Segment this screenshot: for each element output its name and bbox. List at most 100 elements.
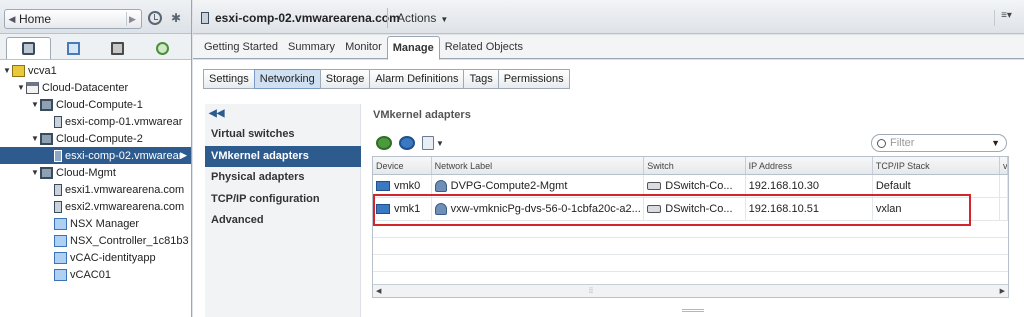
resize-grip[interactable] xyxy=(682,309,704,312)
column-header[interactable]: IP Address xyxy=(746,157,873,174)
expand-triangle-icon[interactable]: ▼ xyxy=(30,100,40,109)
scroll-left-icon[interactable]: ◀ xyxy=(376,287,381,295)
tree-node[interactable]: esxi2.vmwarearena.com xyxy=(0,198,191,215)
navigator-header: ◀ Home ▶ ✱ xyxy=(0,0,191,34)
object-header: esxi-comp-02.vmwarearena.com Actions ▼ ≡▾ xyxy=(193,0,1024,34)
host-icon xyxy=(54,149,62,162)
filter-input[interactable]: Filter ▼ xyxy=(871,134,1007,152)
divider xyxy=(387,8,388,28)
tree-node[interactable]: vCAC-identityapp xyxy=(0,249,191,266)
subtab-alarm-definitions[interactable]: Alarm Definitions xyxy=(369,69,465,89)
tree-node[interactable]: NSX_Controller_1c81b3 xyxy=(0,232,191,249)
collapse-icon[interactable]: ◀◀ xyxy=(209,108,224,119)
home-button[interactable]: ◀ Home ▶ xyxy=(4,9,142,29)
tab-storage[interactable] xyxy=(96,37,141,59)
tab-manage[interactable]: Manage xyxy=(386,36,440,60)
panel-title: VMkernel adapters xyxy=(373,109,471,121)
grid-body: vmk0 DVPG-Compute2-Mgmt DSwitch-Co... 192.1… xyxy=(373,175,1008,289)
tree-node-label: Cloud-Compute-2 xyxy=(56,132,143,145)
vm-icon xyxy=(54,234,67,247)
tab-hosts-clusters[interactable] xyxy=(6,37,51,59)
tree-node[interactable]: vCAC01 xyxy=(0,266,191,283)
tree-node[interactable]: esxi-comp-02.vmwarear ▶ xyxy=(0,147,191,164)
scroll-right-icon[interactable]: ▶ xyxy=(1000,287,1005,295)
navigator-panel: ◀ Home ▶ ✱ ▼ vcva1 ▼ Cloud-Datacenter ▼ Cloud… xyxy=(0,0,192,317)
manage-subtabs: Settings Networking Storage Alarm Definitio… xyxy=(203,69,570,89)
history-icon[interactable] xyxy=(148,11,162,25)
empty-row xyxy=(373,238,1008,255)
menu-item-advanced[interactable]: Advanced xyxy=(205,210,361,231)
tree-node[interactable]: ▼ vcva1 xyxy=(0,62,191,79)
tree-node-label: vCAC-identityapp xyxy=(70,251,156,264)
menu-item-virtual-switches[interactable]: Virtual switches xyxy=(205,124,361,145)
host-icon xyxy=(54,183,62,196)
expand-triangle-icon[interactable]: ▼ xyxy=(16,83,26,92)
column-header[interactable]: Network Label xyxy=(432,157,645,174)
cluster-icon xyxy=(40,132,53,145)
empty-row xyxy=(373,255,1008,272)
horizontal-scrollbar[interactable]: ◀ ⁞⁞ ▶ xyxy=(373,284,1008,297)
tree-node-label: vCAC01 xyxy=(70,268,111,281)
tab-monitor[interactable]: Monitor xyxy=(340,36,387,59)
tree-node[interactable]: NSX Manager xyxy=(0,215,191,232)
grid-header: Device Network Label Switch IP Address TCP/I… xyxy=(373,157,1008,175)
tab-summary[interactable]: Summary xyxy=(283,36,340,59)
tree-node[interactable]: ▼ Cloud-Compute-1 xyxy=(0,96,191,113)
expand-triangle-icon[interactable]: ▼ xyxy=(30,134,40,143)
vm-icon xyxy=(54,268,67,281)
table-cell xyxy=(1000,198,1008,220)
chevron-right-icon[interactable]: ▶ xyxy=(180,150,187,161)
menu-item-physical-adapters[interactable]: Physical adapters xyxy=(205,167,361,188)
tab-related-objects[interactable]: Related Objects xyxy=(440,36,528,59)
vmkernel-grid: Device Network Label Switch IP Address TCP/I… xyxy=(372,156,1009,298)
tree-node-label: esxi-comp-01.vmwarear xyxy=(65,115,183,128)
search-icon xyxy=(877,138,886,148)
tab-networking[interactable] xyxy=(140,37,185,59)
pin-icon[interactable]: ✱ xyxy=(171,11,181,25)
expand-triangle-icon[interactable]: ▼ xyxy=(2,66,12,75)
networking-icon xyxy=(156,42,170,55)
add-adapter-icon[interactable] xyxy=(376,136,392,150)
subtab-settings[interactable]: Settings xyxy=(203,69,255,89)
subtab-storage[interactable]: Storage xyxy=(319,69,371,89)
expand-triangle-icon[interactable]: ▼ xyxy=(30,168,40,177)
list-menu-icon[interactable]: ≡▾ xyxy=(994,10,1018,26)
actions-label: Actions xyxy=(397,11,437,25)
actions-menu[interactable]: Actions ▼ xyxy=(397,11,448,25)
tree-node[interactable]: ▼ Cloud-Compute-2 xyxy=(0,130,191,147)
datacenter-icon xyxy=(26,81,39,94)
column-header[interactable]: Device xyxy=(373,157,432,174)
home-label: Home xyxy=(19,12,52,26)
tree-node[interactable]: ▼ Cloud-Mgmt xyxy=(0,164,191,181)
filter-placeholder: Filter xyxy=(890,137,915,149)
portgroup-icon xyxy=(434,180,447,192)
column-header[interactable]: Switch xyxy=(644,157,746,174)
host-icon xyxy=(201,12,209,24)
back-arrow-icon[interactable]: ◀ xyxy=(5,14,19,25)
tree-node[interactable]: ▼ Cloud-Datacenter xyxy=(0,79,191,96)
column-header[interactable]: TCP/IP Stack xyxy=(873,157,1001,174)
tree-node-label: Cloud-Compute-1 xyxy=(56,98,143,111)
cluster-icon xyxy=(40,98,53,111)
menu-item-vmkernel-adapters[interactable]: VMkernel adapters xyxy=(205,146,361,167)
subtab-tags[interactable]: Tags xyxy=(463,69,499,89)
scroll-thumb[interactable]: ⁞⁞ xyxy=(589,288,593,295)
forward-arrow-icon[interactable]: ▶ xyxy=(126,12,138,26)
chevron-down-icon[interactable]: ▼ xyxy=(991,138,1000,148)
networking-side-menu: ◀◀ Virtual switches VMkernel adapters Phys… xyxy=(205,104,361,317)
tree-node[interactable]: esxi-comp-01.vmwarear xyxy=(0,113,191,130)
menu-item-tcp-ip-configuration[interactable]: TCP/IP configuration xyxy=(205,189,361,210)
hosts-clusters-icon xyxy=(21,42,35,55)
more-actions-icon[interactable] xyxy=(422,136,434,150)
main-content: Settings Networking Storage Alarm Definitio… xyxy=(193,60,1024,317)
host-icon xyxy=(54,115,62,128)
subtab-permissions[interactable]: Permissions xyxy=(497,69,570,89)
tree-node-label: esxi-comp-02.vmwarear xyxy=(65,149,183,162)
refresh-icon[interactable] xyxy=(399,136,415,150)
tab-vms-templates[interactable] xyxy=(51,37,96,59)
chevron-down-icon[interactable]: ▼ xyxy=(436,139,444,148)
column-header[interactable]: v xyxy=(1000,157,1008,174)
subtab-networking[interactable]: Networking xyxy=(253,69,321,89)
tab-getting-started[interactable]: Getting Started xyxy=(199,36,283,59)
tree-node[interactable]: esxi1.vmwarearena.com xyxy=(0,181,191,198)
